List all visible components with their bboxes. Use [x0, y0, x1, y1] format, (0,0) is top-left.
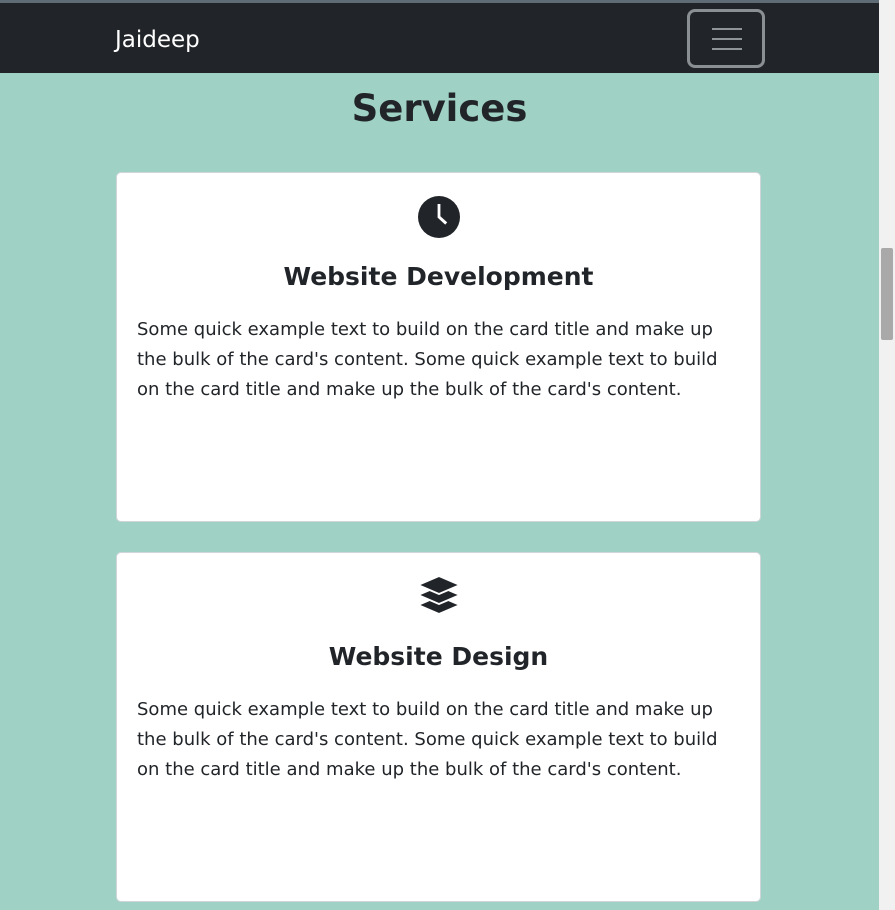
- navbar: Jaideep: [0, 3, 879, 73]
- vertical-scrollbar[interactable]: [879, 0, 895, 910]
- service-card-website-design: Website Design Some quick example text t…: [116, 552, 761, 902]
- card-text: Some quick example text to build on the …: [137, 699, 718, 780]
- clock-icon: [418, 196, 460, 238]
- hamburger-menu-icon: [712, 27, 742, 51]
- service-card-website-development: Website Development Some quick example t…: [116, 172, 761, 522]
- navbar-brand[interactable]: Jaideep: [115, 26, 200, 54]
- card-title: Website Development: [283, 262, 594, 291]
- card-title: Website Design: [328, 642, 549, 671]
- scrollbar-thumb[interactable]: [881, 248, 893, 340]
- card-text: Some quick example text to build on the …: [137, 319, 718, 400]
- layers-icon: [417, 575, 461, 615]
- services-heading: Services: [351, 87, 528, 130]
- navbar-toggler-button[interactable]: [687, 9, 765, 68]
